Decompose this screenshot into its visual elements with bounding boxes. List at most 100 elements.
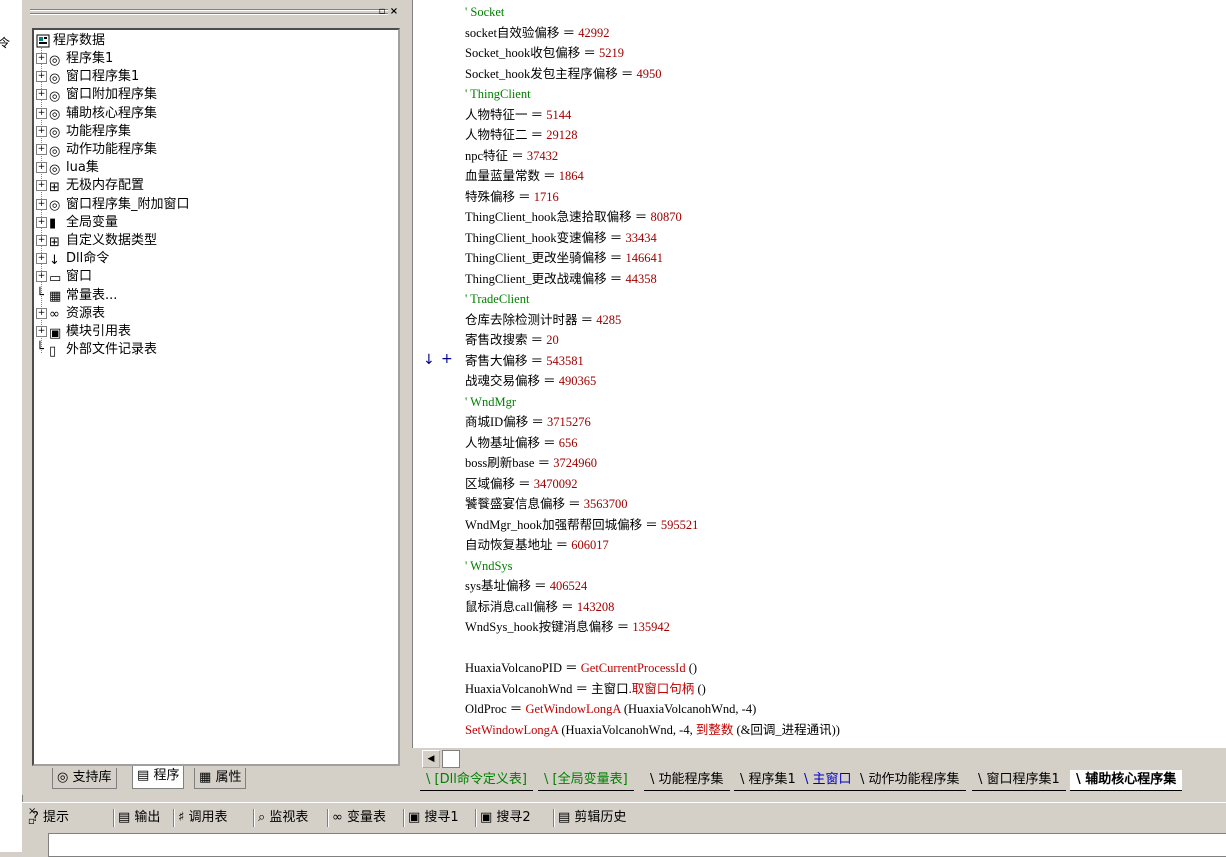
code-line[interactable]: Socket_hook发包主程序偏移 ＝ 4950 [465, 64, 662, 84]
tree-item[interactable]: + ◎ 窗口附加程序集 [36, 86, 157, 104]
code-line[interactable]: 鼠标消息call偏移 ＝ 143208 [465, 597, 614, 617]
code-line[interactable]: WndMgr_hook加强帮帮回城偏移 ＝ 595521 [465, 515, 698, 535]
horizontal-scrollbar[interactable]: ◀ [412, 748, 1226, 768]
output-tab[interactable]: ? 提示 [32, 807, 69, 829]
code-line[interactable]: 血量蓝量常数 ＝ 1864 [465, 166, 584, 186]
assembly-icon: ◎ [49, 107, 61, 123]
expand-icon[interactable]: + [36, 89, 47, 101]
code-line[interactable]: ' WndSys [465, 556, 513, 576]
code-line[interactable]: socket自效验偏移 ＝ 42992 [465, 23, 609, 43]
code-line[interactable]: 区域偏移 ＝ 3470092 [465, 474, 578, 494]
code-editor[interactable]: ↓ + ' Socket socket自效验偏移 ＝ 42992 Socket_ho… [412, 0, 1226, 748]
output-tab[interactable]: ▣ 搜寻2 [480, 807, 531, 829]
expand-icon[interactable]: + [36, 162, 47, 174]
expand-icon[interactable]: + [36, 71, 47, 83]
tree-root[interactable]: 程序数据 [36, 32, 105, 50]
restore-icon[interactable]: ▫ [376, 6, 388, 18]
code-line[interactable]: 商城ID偏移 ＝ 3715276 [465, 412, 591, 432]
variable-icon: ∞ [332, 810, 347, 825]
code-line[interactable]: HuaxiaVolcanoPID ＝ GetCurrentProcessId (… [465, 658, 697, 678]
tree-item[interactable]: + ◎ 动作功能程序集 [36, 141, 157, 159]
code-line[interactable]: HuaxiaVolcanohWnd ＝ 主窗口.取窗口句柄 () [465, 679, 706, 699]
editor-tab[interactable]: \ 辅助核心程序集 [1070, 770, 1183, 791]
output-text-area[interactable] [48, 833, 1226, 857]
tree-item[interactable]: + ▣ 模块引用表 [36, 323, 131, 341]
code-line[interactable]: 人物基址偏移 ＝ 656 [465, 433, 578, 453]
code-line[interactable]: ' TradeClient [465, 289, 529, 309]
code-line[interactable]: ' ThingClient [465, 84, 531, 104]
output-tab[interactable]: ▣ 搜寻1 [408, 807, 459, 829]
tree-item[interactable]: + ◎ 程序集1 [36, 50, 113, 68]
expand-icon[interactable]: + [36, 253, 47, 265]
editor-tab[interactable]: \ [全局变量表] [538, 770, 634, 791]
tree-item[interactable]: + ▮ 全局变量 [36, 214, 118, 232]
code-line[interactable]: sys基址偏移 ＝ 406524 [465, 576, 587, 596]
close-icon[interactable]: × [388, 6, 400, 18]
code-line[interactable]: 寄售改搜索 ＝ 20 [465, 330, 559, 350]
tab-properties[interactable]: ▦ 属性 [194, 768, 247, 789]
code-line[interactable]: ' WndMgr [465, 392, 516, 412]
expand-icon[interactable]: + [36, 180, 47, 192]
tree-item[interactable]: └ ▯ 外部文件记录表 [36, 341, 157, 359]
expand-icon[interactable]: + [36, 235, 47, 246]
tree-item[interactable]: + ⊞ 自定义数据类型 [36, 232, 157, 250]
code-line[interactable]: 人物特征二 ＝ 29128 [465, 125, 578, 145]
code-line[interactable]: ThingClient_hook变速偏移 ＝ 33434 [465, 228, 657, 248]
editor-tab[interactable]: \ [Dll命令定义表] [420, 770, 533, 791]
code-line[interactable]: 战魂交易偏移 ＝ 490365 [465, 371, 596, 391]
scroll-left-icon[interactable]: ◀ [422, 750, 440, 768]
code-line[interactable]: OldProc ＝ GetWindowLongA (HuaxiaVolcanoh… [465, 699, 756, 719]
tree-item[interactable]: + ⊞ 无极内存配置 [36, 177, 144, 195]
code-line[interactable]: 寄售大偏移 ＝ 543581 [465, 351, 584, 371]
tab-program[interactable]: ▤ 程序 [132, 766, 185, 789]
code-line[interactable]: WndSys_hook按键消息偏移 ＝ 135942 [465, 617, 670, 637]
editor-tab[interactable]: \ 动作功能程序集 [854, 770, 966, 791]
expand-icon[interactable]: + [36, 216, 47, 228]
expand-icon[interactable]: + [36, 107, 47, 119]
code-line[interactable]: SetWindowLongA (HuaxiaVolcanohWnd, -4, 到… [465, 720, 840, 740]
code-line[interactable]: ThingClient_更改战魂偏移 ＝ 44358 [465, 269, 657, 289]
tree-item[interactable]: └ ▦ 常量表... [36, 287, 117, 305]
code-line[interactable]: Socket_hook收包偏移 ＝ 5219 [465, 43, 624, 63]
output-tab[interactable]: ⌕ 监视表 [258, 807, 308, 829]
code-line[interactable]: 自动恢复基地址 ＝ 606017 [465, 535, 609, 555]
tree-item[interactable]: + ∞ 资源表 [36, 305, 105, 323]
expand-icon[interactable]: + [36, 53, 47, 64]
expand-icon[interactable]: + [36, 326, 47, 337]
output-tab[interactable]: ∞ 变量表 [332, 807, 386, 829]
tree-item[interactable]: + ◎ 辅助核心程序集 [36, 105, 157, 123]
code-line[interactable]: 仓库去除检测计时器 ＝ 4285 [465, 310, 621, 330]
editor-tab[interactable]: \ 窗口程序集1 [972, 770, 1066, 791]
expand-icon[interactable]: + [36, 144, 47, 155]
output-tab[interactable]: ▤ 剪辑历史 [558, 807, 626, 829]
call-table-icon: ♯ [178, 810, 189, 825]
code-line[interactable]: ThingClient_更改坐骑偏移 ＝ 146641 [465, 248, 663, 268]
output-tab[interactable]: ♯ 调用表 [178, 807, 227, 829]
expand-icon[interactable]: + [36, 307, 47, 319]
tree-item[interactable]: + ◎ lua集 [36, 159, 99, 177]
left-edge-strip: 令 [0, 0, 23, 852]
expand-icon[interactable]: + [36, 271, 47, 283]
expand-icon[interactable]: + [36, 125, 47, 137]
code-line[interactable]: 饕餮盛宴信息偏移 ＝ 3563700 [465, 494, 628, 514]
tab-support-lib[interactable]: ◎ 支持库 [52, 768, 117, 789]
code-line[interactable]: ThingClient_hook急速拾取偏移 ＝ 80870 [465, 207, 682, 227]
tree-item[interactable]: + ▭ 窗口 [36, 268, 92, 286]
expand-plus-icon[interactable]: + [441, 351, 453, 367]
expand-icon[interactable]: + [36, 198, 47, 210]
tree-item[interactable]: + ◎ 窗口程序集_附加窗口 [36, 196, 190, 214]
output-tab[interactable]: ▤ 输出 [118, 807, 160, 829]
tree-item[interactable]: + ◎ 窗口程序集1 [36, 68, 139, 86]
code-line[interactable]: boss刷新base ＝ 3724960 [465, 453, 597, 473]
tree-item[interactable]: + ◎ 功能程序集 [36, 123, 131, 141]
breakpoint-arrow-icon[interactable]: ↓ [423, 352, 435, 368]
editor-tab[interactable]: \ 功能程序集 [644, 770, 730, 791]
scroll-track[interactable] [442, 750, 460, 768]
code-line[interactable]: 特殊偏移 ＝ 1716 [465, 187, 559, 207]
code-line[interactable]: npc特征 ＝ 37432 [465, 146, 558, 166]
editor-tab[interactable]: \ 程序集1 [734, 770, 802, 791]
editor-tab[interactable]: \ 主窗口 [798, 770, 858, 791]
tree-item[interactable]: + ↓ Dll命令 [36, 250, 109, 268]
code-line[interactable]: ' Socket [465, 2, 504, 22]
code-line[interactable]: 人物特征一 ＝ 5144 [465, 105, 571, 125]
